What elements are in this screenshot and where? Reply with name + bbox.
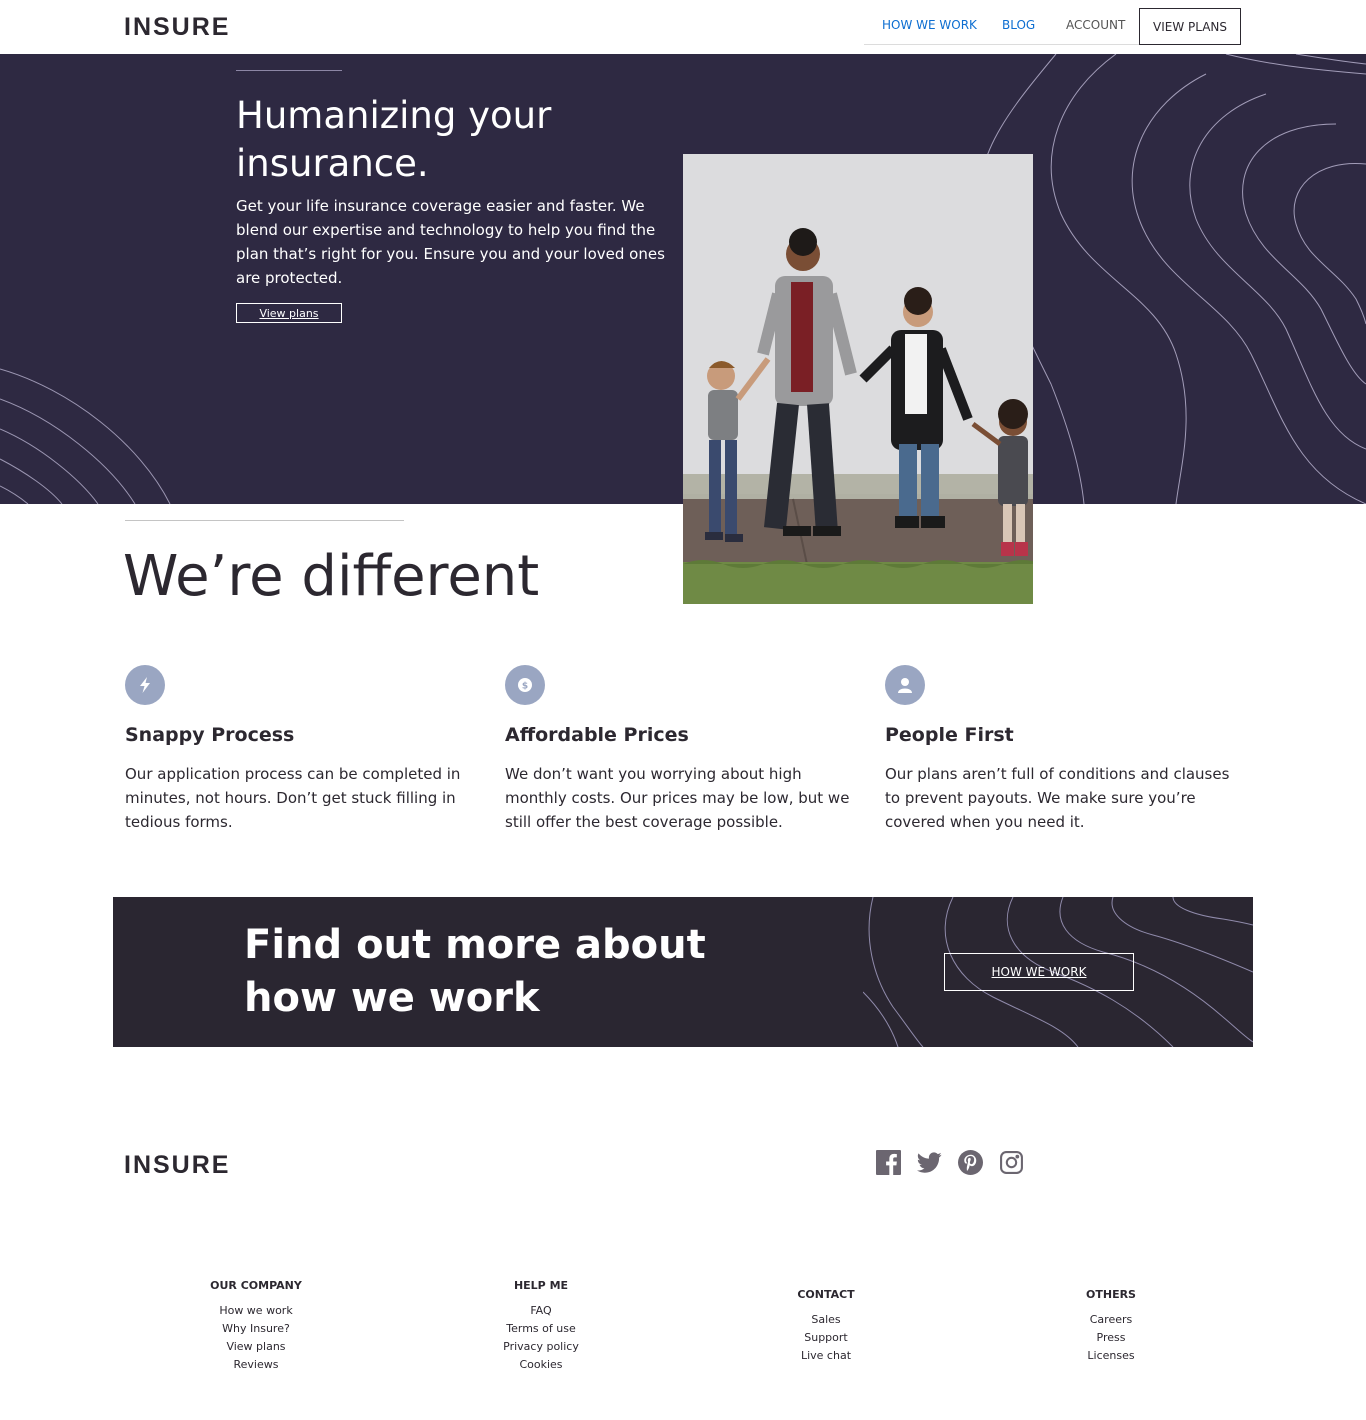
dollar-icon: $ [505, 665, 545, 705]
footer-heading: OUR COMPANY [210, 1279, 302, 1292]
svg-text:$: $ [522, 682, 528, 692]
footer-link[interactable]: Reviews [166, 1356, 346, 1374]
hero-divider [236, 70, 342, 71]
cta-title: Find out more about how we work [244, 922, 706, 1021]
hero-family-photo [683, 154, 1033, 604]
feature-title: Affordable Prices [505, 724, 689, 746]
hero-contour-left [0, 368, 171, 504]
footer-link[interactable]: Licenses [1021, 1347, 1201, 1365]
instagram-icon[interactable] [999, 1150, 1024, 1175]
pinterest-icon[interactable] [958, 1150, 983, 1175]
hero-description: Get your life insurance coverage easier … [236, 197, 665, 287]
feature-affordable-prices: $ Affordable Prices We don’t want you wo… [505, 665, 860, 834]
footer-heading: OTHERS [1086, 1288, 1136, 1301]
footer-link[interactable]: View plans [166, 1338, 346, 1356]
footer-link[interactable]: Cookies [451, 1356, 631, 1374]
footer-heading: CONTACT [797, 1288, 855, 1301]
footer-link[interactable]: Careers [1021, 1311, 1201, 1329]
view-plans-button[interactable]: VIEW PLANS [1139, 8, 1241, 45]
feature-title: Snappy Process [125, 724, 295, 746]
hero-title: Humanizing your insurance. [236, 94, 552, 185]
how-we-work-button[interactable]: HOW WE WORK [944, 953, 1134, 991]
footer-col-help-me: HELP ME FAQ Terms of use Privacy policy … [451, 1279, 631, 1374]
feature-snappy-process: Snappy Process Our application process c… [125, 665, 480, 834]
main-nav: HOW WE WORK BLOG ACCOUNT VIEW PLANS [864, 8, 1241, 45]
feature-text: We don’t want you worrying about high mo… [505, 765, 850, 831]
feature-people-first: People First Our plans aren’t full of co… [885, 665, 1240, 834]
footer-link[interactable]: Privacy policy [451, 1338, 631, 1356]
footer-link[interactable]: FAQ [451, 1302, 631, 1320]
site-header: INSURE HOW WE WORK BLOG ACCOUNT VIEW PLA… [0, 0, 1366, 54]
footer-link[interactable]: Terms of use [451, 1320, 631, 1338]
footer-link[interactable]: Sales [736, 1311, 916, 1329]
footer-col-contact: CONTACT Sales Support Live chat [736, 1288, 916, 1365]
feature-text: Our application process can be completed… [125, 765, 461, 831]
footer-link[interactable]: Support [736, 1329, 916, 1347]
footer-link[interactable]: How we work [166, 1302, 346, 1320]
lightning-icon [125, 665, 165, 705]
facebook-icon[interactable] [876, 1150, 901, 1175]
footer-heading: HELP ME [513, 1279, 569, 1292]
cta-banner: Find out more about how we work HOW WE W… [113, 897, 1253, 1047]
footer-link[interactable]: Press [1021, 1329, 1201, 1347]
feature-text: Our plans aren’t full of conditions and … [885, 765, 1230, 831]
different-title: We’re different [123, 544, 540, 609]
footer-link[interactable]: Live chat [736, 1347, 916, 1365]
footer-logo[interactable]: INSURE [124, 1153, 230, 1178]
different-divider [125, 520, 404, 521]
footer-link[interactable]: Why Insure? [166, 1320, 346, 1338]
person-icon [885, 665, 925, 705]
social-links [876, 1150, 1024, 1175]
nav-how-we-work[interactable]: HOW WE WORK [882, 19, 977, 31]
footer-col-others: OTHERS Careers Press Licenses [1021, 1288, 1201, 1365]
nav-account[interactable]: ACCOUNT [1066, 19, 1125, 31]
nav-blog[interactable]: BLOG [1002, 19, 1035, 31]
twitter-icon[interactable] [917, 1150, 942, 1175]
header-logo[interactable]: INSURE [124, 15, 230, 40]
footer-col-our-company: OUR COMPANY How we work Why Insure? View… [166, 1279, 346, 1374]
hero-view-plans-button[interactable]: View plans [236, 303, 342, 323]
feature-title: People First [885, 724, 1014, 746]
